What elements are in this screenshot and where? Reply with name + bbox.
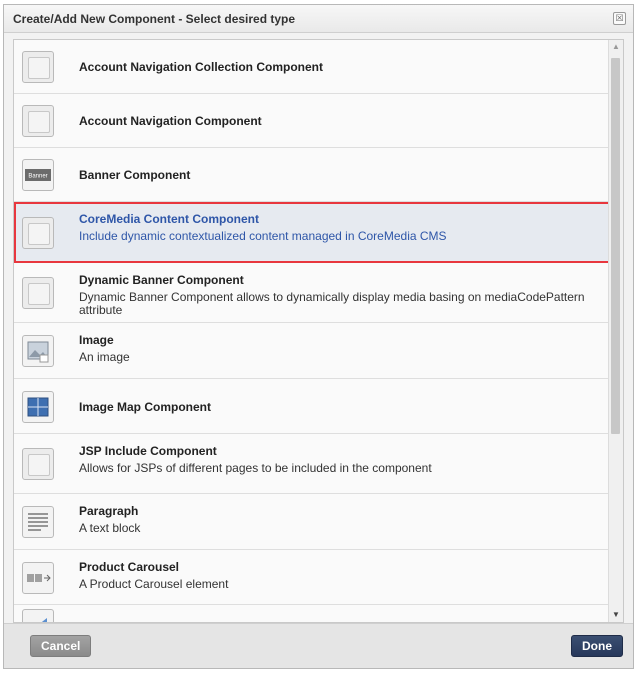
component-name: Product Carousel (79, 560, 180, 574)
component-name: Account Navigation Collection Component (79, 60, 324, 74)
blank-square-icon (28, 57, 50, 79)
blank-square-icon (28, 111, 50, 133)
component-name: Image Map Component (79, 400, 212, 414)
scrollbar-thumb[interactable] (611, 58, 620, 434)
blank-component-icon (22, 448, 54, 480)
banner-icon: Banner (22, 159, 54, 191)
create-component-dialog: Create/Add New Component - Select desire… (3, 4, 634, 669)
component-name: CoreMedia Content Component (79, 212, 259, 226)
component-description: A text block (79, 521, 141, 535)
close-icon[interactable]: ☒ (613, 12, 626, 25)
scroll-up-icon[interactable]: ▲ (609, 40, 623, 54)
component-name: Image (79, 333, 114, 347)
component-row[interactable]: JSP Include Component Allows for JSPs of … (14, 434, 623, 494)
component-row[interactable]: Product Carousel A Product Carousel eleme… (14, 550, 623, 605)
cancel-button[interactable]: Cancel (30, 635, 92, 657)
blank-component-icon (22, 217, 54, 249)
blank-square-icon (28, 223, 50, 245)
component-row[interactable]: Banner Banner Component (14, 148, 623, 202)
carousel-icon (22, 562, 54, 594)
dialog-titlebar: Create/Add New Component - Select desire… (4, 5, 633, 33)
blank-square-icon (28, 283, 50, 305)
dialog-footer: Cancel Done (4, 623, 633, 668)
paragraph-icon (22, 506, 54, 538)
component-row[interactable]: Image An image (14, 323, 623, 379)
done-button[interactable]: Done (571, 635, 623, 657)
blank-component-icon (22, 105, 54, 137)
component-description: Allows for JSPs of different pages to be… (79, 461, 432, 475)
component-row[interactable]: Account Navigation Component (14, 94, 623, 148)
component-row[interactable]: Account Navigation Collection Component (14, 40, 623, 94)
component-row[interactable]: CoreMedia Content Component Include dynam… (14, 202, 623, 263)
blank-component-icon (22, 277, 54, 309)
component-row[interactable]: Dynamic Banner Component Dynamic Banner C… (14, 263, 623, 323)
component-row[interactable]: Product References Component (14, 605, 623, 622)
blank-component-icon (22, 51, 54, 83)
component-rows: Account Navigation Collection Component A… (14, 40, 623, 622)
component-description: A Product Carousel element (79, 577, 229, 591)
scroll-down-icon[interactable]: ▼ (609, 608, 623, 622)
component-name: Dynamic Banner Component (79, 273, 244, 287)
banner-icon-text: Banner (28, 174, 47, 180)
component-name: Banner Component (79, 168, 191, 182)
component-type-list: Account Navigation Collection Component A… (13, 39, 624, 623)
product-references-icon (22, 609, 54, 622)
component-row[interactable]: Paragraph A text block (14, 494, 623, 550)
scrollbar[interactable]: ▲ ▼ (608, 40, 623, 622)
image-icon (22, 335, 54, 367)
image-map-icon (22, 391, 54, 423)
component-description: Dynamic Banner Component allows to dynam… (79, 290, 585, 317)
component-row[interactable]: Image Map Component (14, 379, 623, 434)
component-description: Include dynamic contextualized content m… (79, 229, 447, 243)
blank-square-icon (28, 454, 50, 476)
component-name: JSP Include Component (79, 444, 217, 458)
component-name: Paragraph (79, 504, 139, 518)
dialog-title: Create/Add New Component - Select desire… (13, 12, 296, 26)
component-name: Account Navigation Component (79, 114, 262, 128)
component-description: An image (79, 350, 130, 364)
